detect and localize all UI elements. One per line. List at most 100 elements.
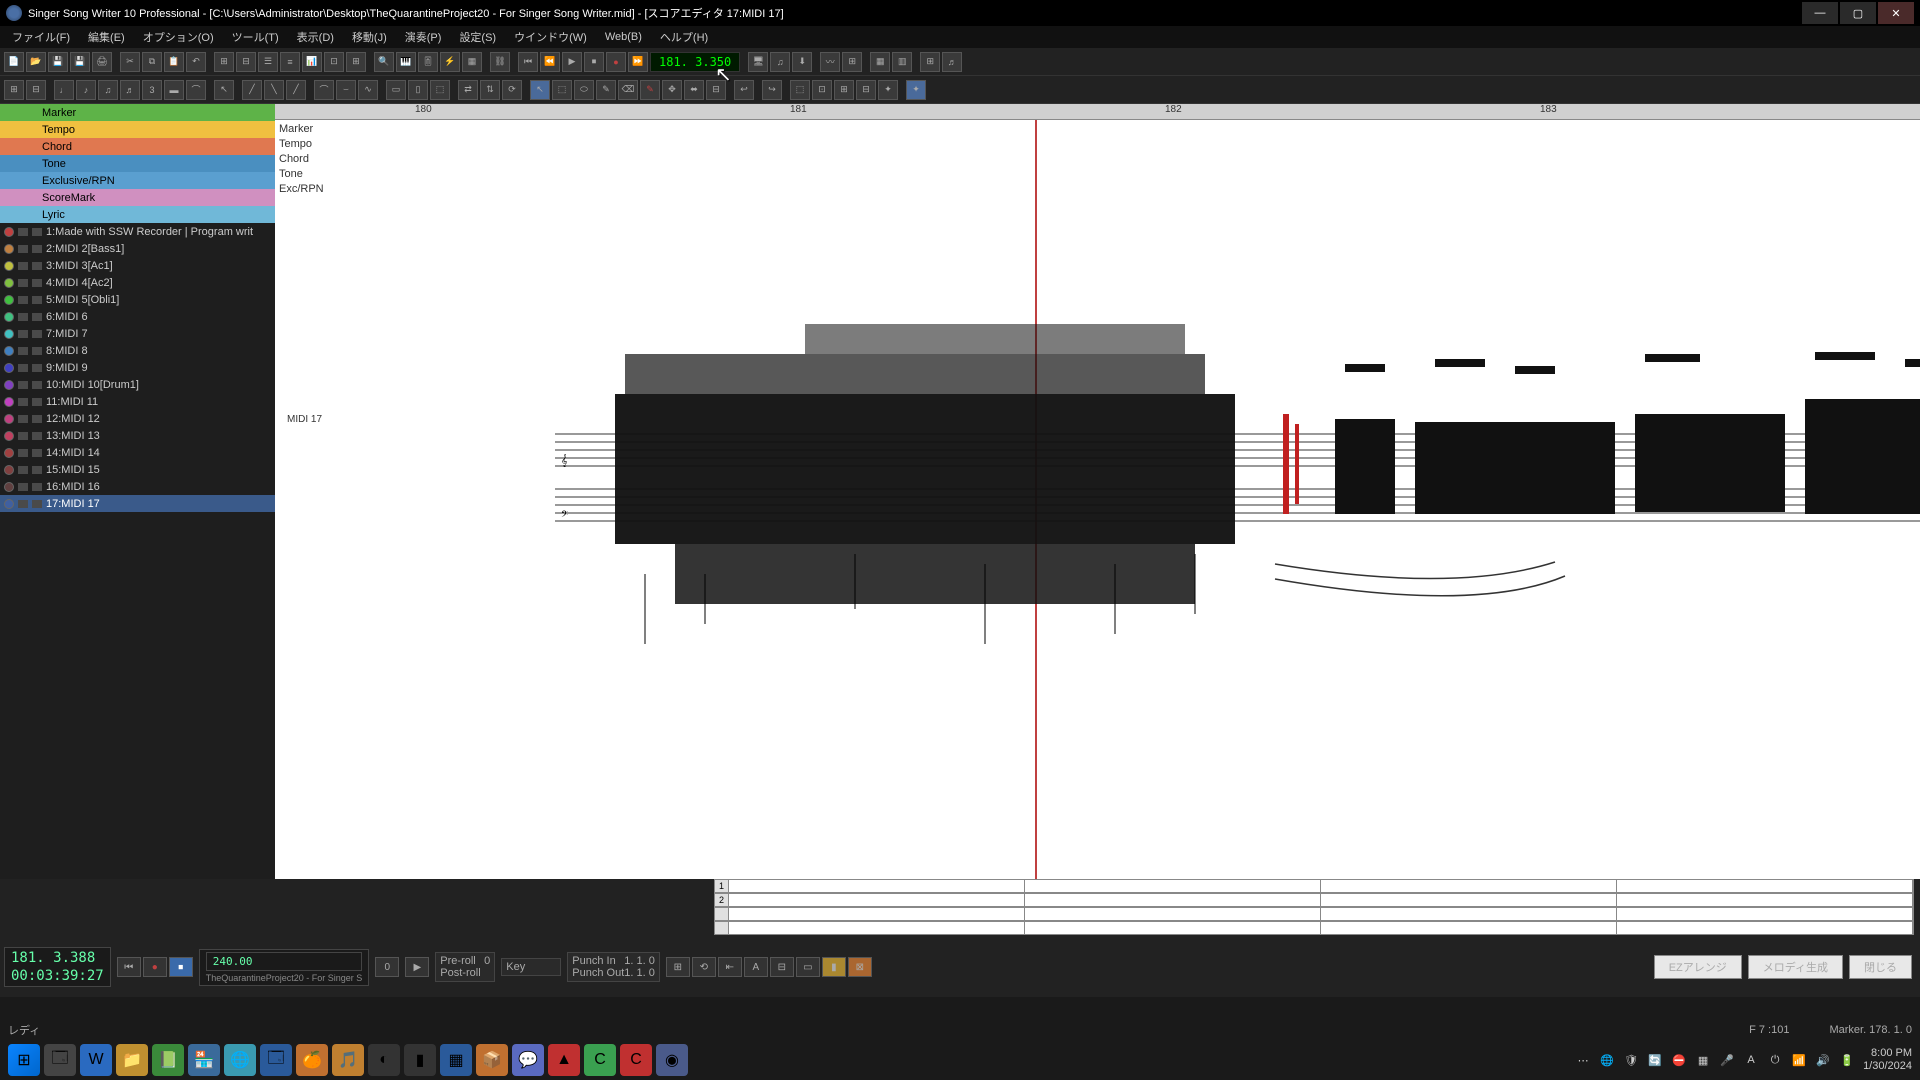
new-icon[interactable]: 📄 (4, 52, 24, 72)
taskbar-clock[interactable]: 8:00 PM 1/30/2024 (1863, 1047, 1912, 1073)
sidebar-cat-tone[interactable]: Tone (0, 155, 275, 172)
menu-webb[interactable]: Web(B) (597, 29, 650, 45)
note-half-icon[interactable]: ♪ (76, 80, 96, 100)
menu-d[interactable]: 表示(D) (289, 27, 342, 47)
print-icon[interactable]: 🖨 (92, 52, 112, 72)
track-row-16[interactable]: 16:MIDI 16 (0, 478, 275, 495)
task-ssw-icon[interactable]: ◉ (656, 1044, 688, 1076)
score-editor[interactable]: 180181182183 MarkerTempoChord Tone Exc/R… (275, 104, 1920, 879)
track-mute-icon[interactable] (18, 279, 28, 287)
view6-icon[interactable]: ⊡ (324, 52, 344, 72)
task-terminal-icon[interactable]: ▮ (404, 1044, 436, 1076)
copy-icon[interactable]: ⧉ (142, 52, 162, 72)
sel-rect-icon[interactable]: ⬚ (552, 80, 572, 100)
preroll-value[interactable]: 0 (484, 955, 490, 967)
menu-h[interactable]: ヘルプ(H) (652, 27, 716, 47)
menu-w[interactable]: ウインドウ(W) (506, 27, 595, 47)
view2-icon[interactable]: ⊟ (236, 52, 256, 72)
tool-back-icon[interactable]: ⇤ (718, 957, 742, 977)
curve2-icon[interactable]: ⌣ (336, 80, 356, 100)
rotate-icon[interactable]: ⟳ (502, 80, 522, 100)
cut-icon[interactable]: ✂ (120, 52, 140, 72)
sidebar-cat-lyric[interactable]: Lyric (0, 206, 275, 223)
grid-icon[interactable]: ⊞ (4, 80, 24, 100)
view1-icon[interactable]: ⊞ (214, 52, 234, 72)
track-solo-icon[interactable] (32, 364, 42, 372)
track-row-8[interactable]: 8:MIDI 8 (0, 342, 275, 359)
task-c1-icon[interactable]: C (584, 1044, 616, 1076)
track-mute-icon[interactable] (18, 449, 28, 457)
tool-a-icon[interactable]: ⬇ (792, 52, 812, 72)
flip-h-icon[interactable]: ⇄ (458, 80, 478, 100)
track-row-1[interactable]: 1:Made with SSW Recorder | Program writ (0, 223, 275, 240)
arrangement-grid[interactable]: 1 2 (714, 879, 1914, 935)
curve1-icon[interactable]: ⌒ (314, 80, 334, 100)
track-solo-icon[interactable] (32, 245, 42, 253)
tray-globe-icon[interactable]: 🌐 (1599, 1052, 1615, 1068)
minimize-button[interactable]: — (1802, 2, 1838, 24)
snap5-icon[interactable]: ✦ (878, 80, 898, 100)
track-solo-icon[interactable] (32, 296, 42, 304)
task-fruit-icon[interactable]: 🍊 (296, 1044, 328, 1076)
track-solo-icon[interactable] (32, 449, 42, 457)
punchout-value[interactable]: 1. 1. 0 (624, 967, 655, 979)
sel-lasso-icon[interactable]: ⬭ (574, 80, 594, 100)
opt1-icon[interactable]: ▦ (870, 52, 890, 72)
snap3-icon[interactable]: ⊞ (834, 80, 854, 100)
track-mute-icon[interactable] (18, 466, 28, 474)
track-solo-icon[interactable] (32, 500, 42, 508)
mixer-icon[interactable]: 🎚 (418, 52, 438, 72)
view7-icon[interactable]: ⊞ (346, 52, 366, 72)
track-mute-icon[interactable] (18, 398, 28, 406)
track-solo-icon[interactable] (32, 279, 42, 287)
line-down-icon[interactable]: ╲ (264, 80, 284, 100)
note-whole-icon[interactable]: ♩ (54, 80, 74, 100)
transport-record-icon[interactable]: ● (606, 52, 626, 72)
task-app3-icon[interactable]: ▦ (440, 1044, 472, 1076)
zoom-icon[interactable]: 🔍 (374, 52, 394, 72)
transport-start-icon[interactable]: ⏮ (518, 52, 538, 72)
start-button[interactable]: ⊞ (8, 1044, 40, 1076)
track-row-15[interactable]: 15:MIDI 15 (0, 461, 275, 478)
save-as-icon[interactable]: 💾 (70, 52, 90, 72)
timeline-ruler[interactable]: 180181182183 (275, 104, 1920, 120)
track-solo-icon[interactable] (32, 228, 42, 236)
track-mute-icon[interactable] (18, 381, 28, 389)
track-solo-icon[interactable] (32, 330, 42, 338)
track-mute-icon[interactable] (18, 415, 28, 423)
tool-cross-icon[interactable]: ⊠ (848, 957, 872, 977)
track-mute-icon[interactable] (18, 296, 28, 304)
track-row-13[interactable]: 13:MIDI 13 (0, 427, 275, 444)
track-solo-icon[interactable] (32, 347, 42, 355)
tool-grid-icon[interactable]: ⊞ (666, 957, 690, 977)
task-store-icon[interactable]: 🏪 (188, 1044, 220, 1076)
tool-loop-icon[interactable]: ⟲ (692, 957, 716, 977)
monitor-icon[interactable]: 🖥 (748, 52, 768, 72)
menu-s[interactable]: 設定(S) (451, 27, 504, 47)
track-mute-icon[interactable] (18, 483, 28, 491)
track-mute-icon[interactable] (18, 364, 28, 372)
tempo-display[interactable]: 240.00 (206, 952, 363, 971)
step-fwd-icon[interactable]: ↪ (762, 80, 782, 100)
menu-o[interactable]: オプション(O) (135, 27, 222, 47)
menu-e[interactable]: 編集(E) (80, 27, 133, 47)
tray-app-icon[interactable]: ▦ (1695, 1052, 1711, 1068)
task-window-icon[interactable]: 🗔 (260, 1044, 292, 1076)
line-up-icon[interactable]: ╱ (242, 80, 262, 100)
tray-battery-icon[interactable]: 🔋 (1839, 1052, 1855, 1068)
track-row-10[interactable]: 10:MIDI 10[Drum1] (0, 376, 275, 393)
sel-arrow-icon[interactable]: ↖ (530, 80, 550, 100)
track-solo-icon[interactable] (32, 398, 42, 406)
track-row-11[interactable]: 11:MIDI 11 (0, 393, 275, 410)
note-triplet-icon[interactable]: 3 (142, 80, 162, 100)
task-pdf-icon[interactable]: ▲ (548, 1044, 580, 1076)
tool-bar-icon[interactable]: ▮ (822, 957, 846, 977)
track-row-2[interactable]: 2:MIDI 2[Bass1] (0, 240, 275, 257)
note-tie-icon[interactable]: ⌒ (186, 80, 206, 100)
track-mute-icon[interactable] (18, 313, 28, 321)
track-mute-icon[interactable] (18, 228, 28, 236)
track-solo-icon[interactable] (32, 432, 42, 440)
tray-stop-icon[interactable]: ⛔ (1671, 1052, 1687, 1068)
tray-wifi-icon[interactable]: 📶 (1791, 1052, 1807, 1068)
track-mute-icon[interactable] (18, 330, 28, 338)
